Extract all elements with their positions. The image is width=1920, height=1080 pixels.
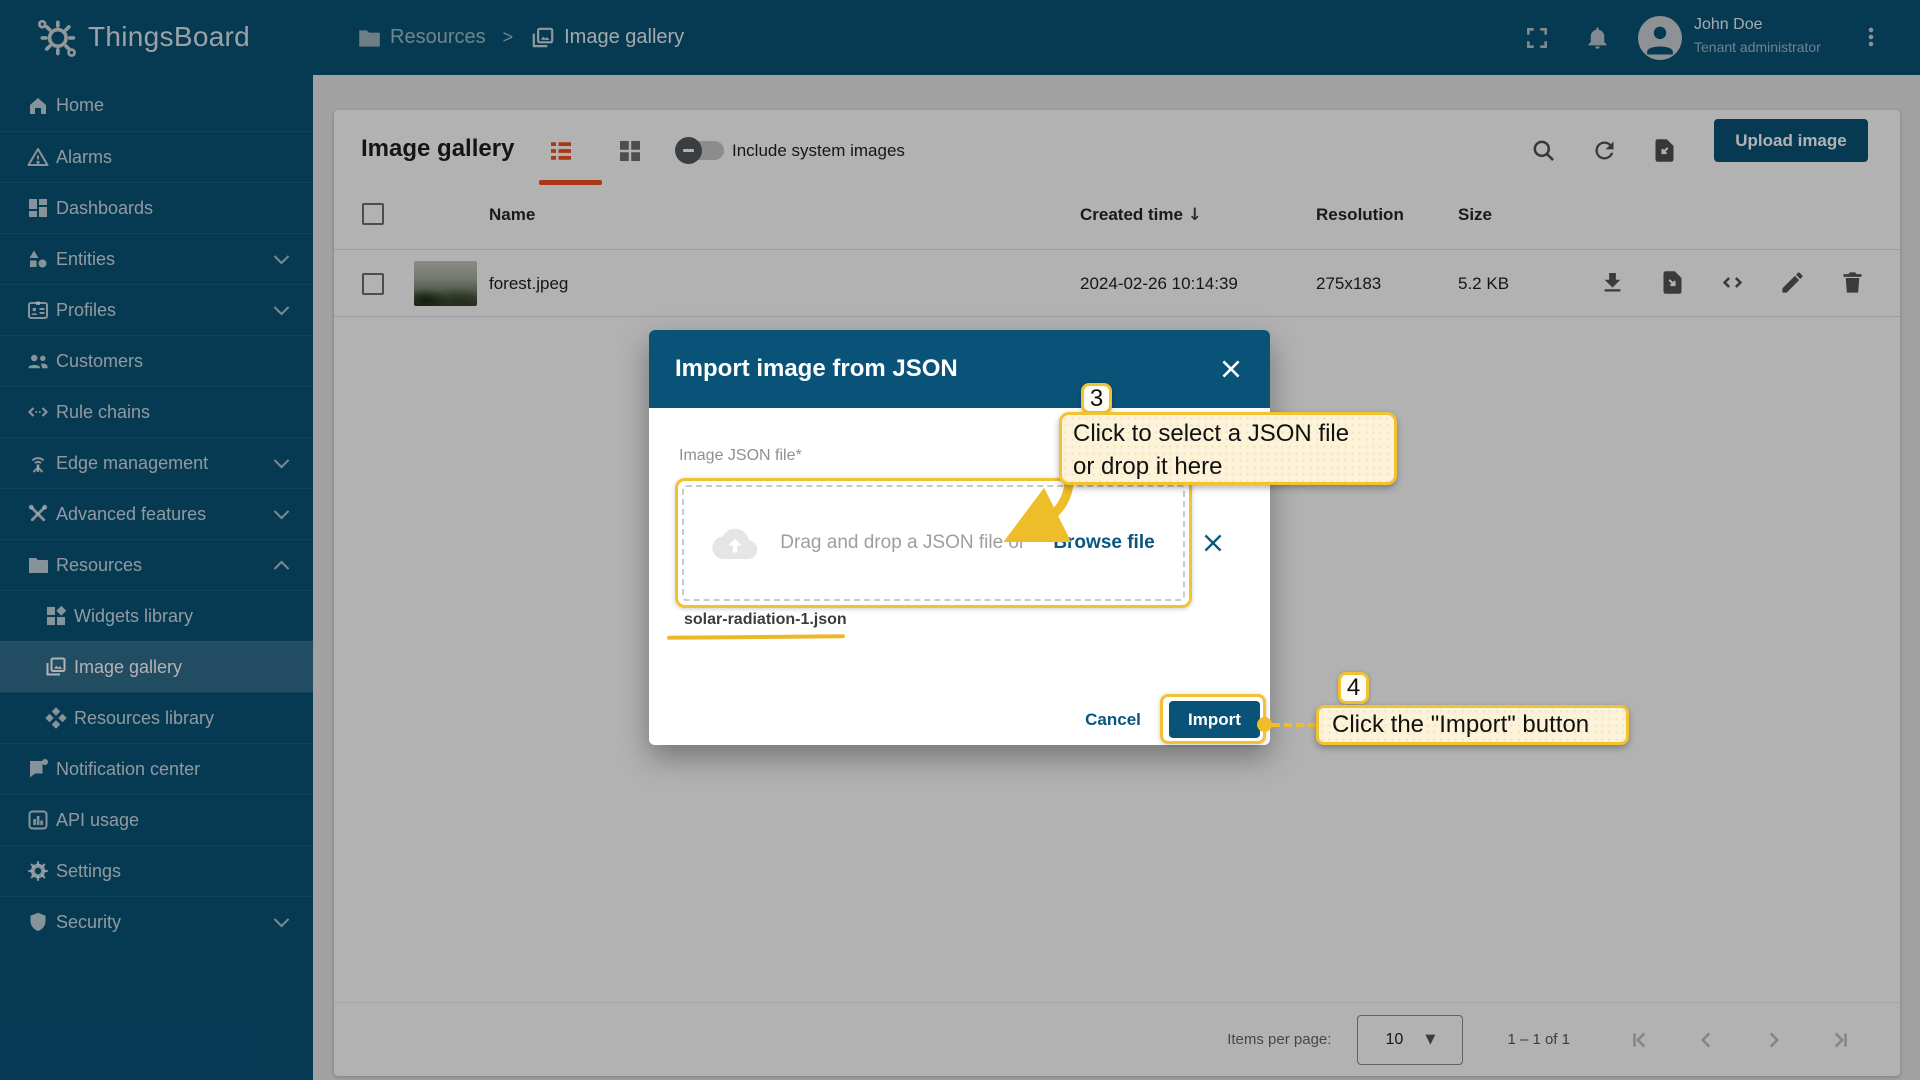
tooltip-line: or drop it here <box>1073 453 1223 480</box>
cancel-button[interactable]: Cancel <box>1082 701 1144 738</box>
file-field-label: Image JSON file* <box>679 447 802 464</box>
dropzone-highlight-ring <box>675 478 1192 608</box>
step-badge-3: 3 <box>1081 383 1112 414</box>
selected-file-name: solar-radiation-1.json <box>684 611 847 628</box>
tooltip-step-4: Click the "Import" button <box>1316 705 1629 745</box>
connector-dot <box>1257 717 1272 732</box>
step-badge-4: 4 <box>1338 672 1369 704</box>
tooltip-step-3: Click to select a JSON file or drop it h… <box>1059 412 1397 485</box>
dialog-header: Import image from JSON <box>649 330 1270 408</box>
dialog-title: Import image from JSON <box>675 355 958 382</box>
close-icon[interactable] <box>1218 356 1244 382</box>
import-button-highlight-ring <box>1160 694 1266 744</box>
connector-dashed-line <box>1272 723 1316 727</box>
clear-file-icon[interactable] <box>1200 530 1226 556</box>
tooltip-line: Click to select a JSON file <box>1073 420 1350 447</box>
